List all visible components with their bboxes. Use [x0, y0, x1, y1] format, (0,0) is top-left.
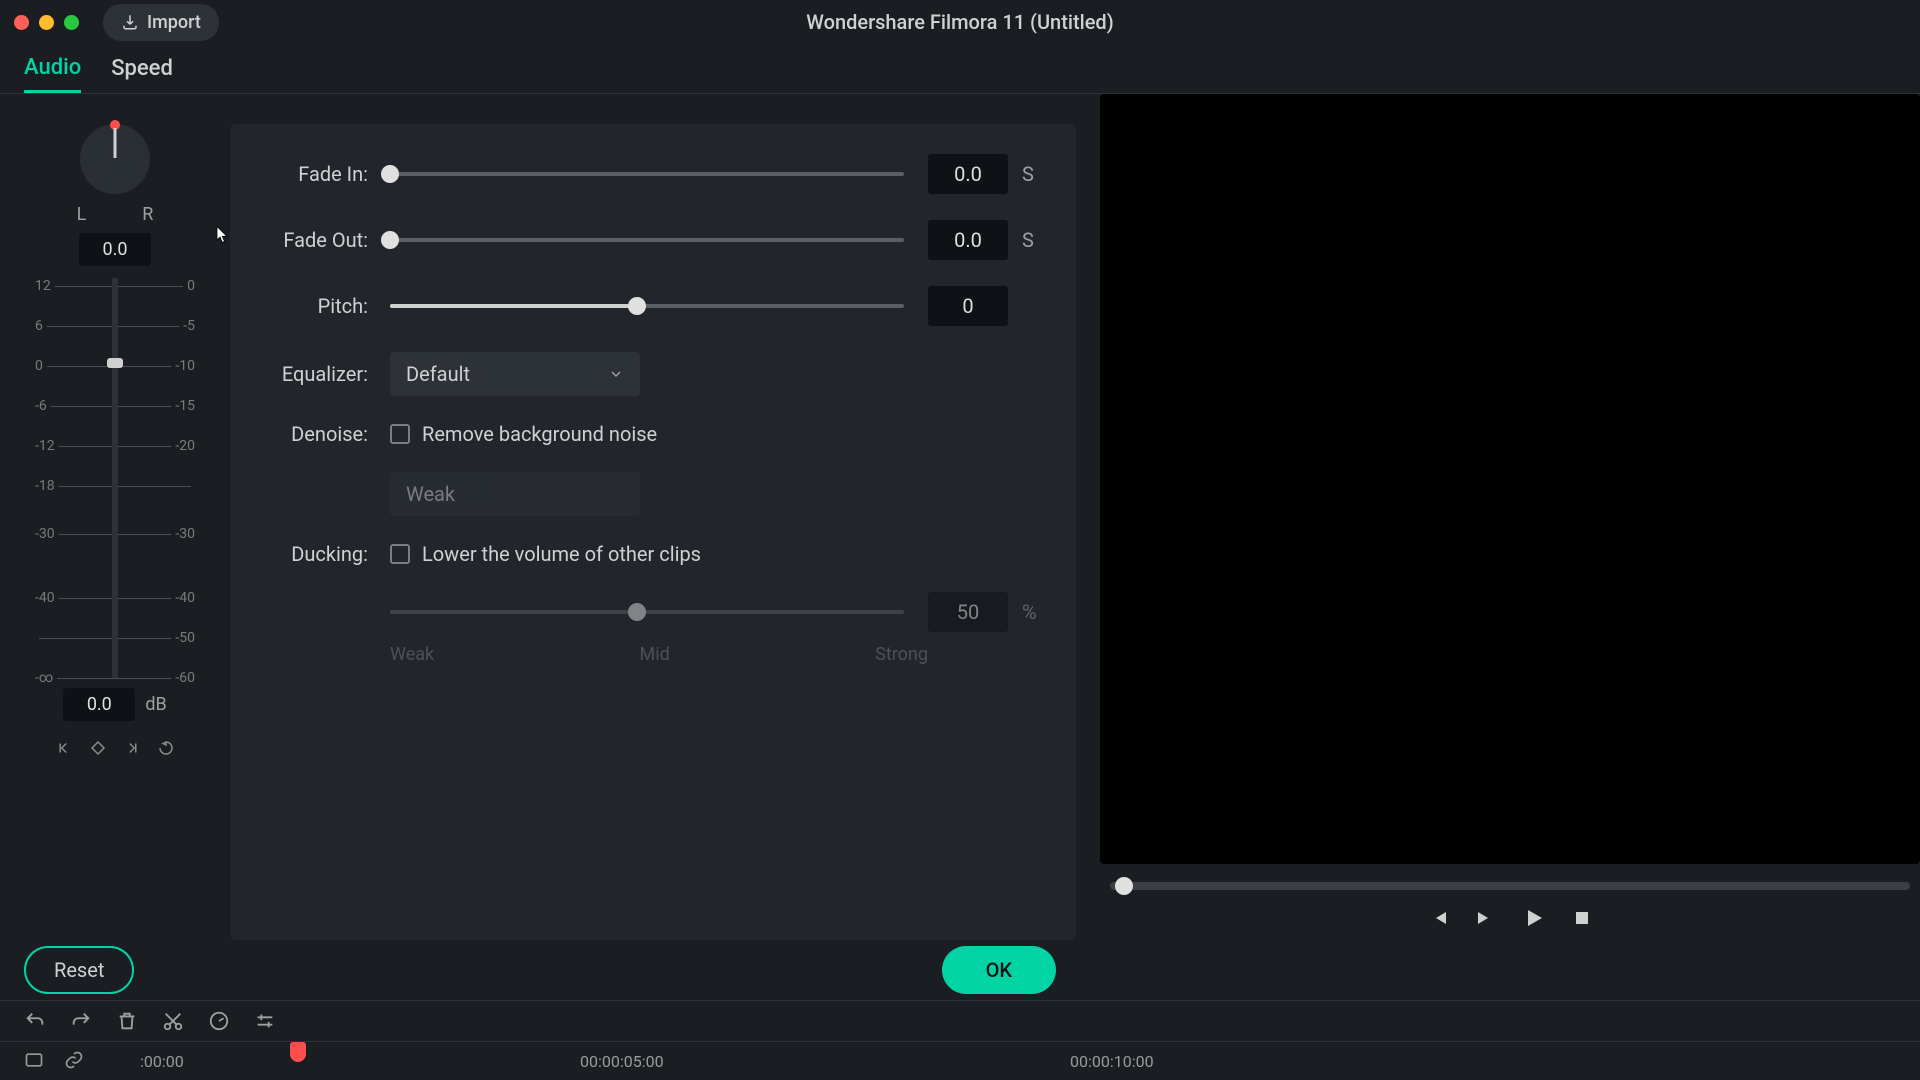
ducking-value: 50: [928, 592, 1008, 632]
denoise-checkbox-row[interactable]: Remove background noise: [390, 422, 657, 446]
keyframe-next-icon[interactable]: [123, 739, 141, 757]
pan-left-label: L: [77, 204, 87, 225]
cut-icon[interactable]: [162, 1010, 184, 1032]
stop-button[interactable]: [1570, 906, 1594, 930]
minimize-window-button[interactable]: [39, 15, 54, 30]
timeline-time-2: 00:00:10:00: [1070, 1052, 1154, 1071]
main: L R 0.0 120 6-5 0-10 -6-15 -12-20 -18 -3…: [0, 94, 1920, 940]
tab-speed[interactable]: Speed: [111, 46, 173, 91]
pitch-slider[interactable]: [390, 302, 904, 310]
ducking-checkbox-row[interactable]: Lower the volume of other clips: [390, 542, 701, 566]
audio-controls: Fade In: 0.0 S Fade Out: 0.0 S: [230, 124, 1076, 940]
denoise-strength-row: Weak: [260, 472, 1046, 516]
timeline-time-0: :00:00: [140, 1052, 184, 1071]
pitch-value[interactable]: 0: [928, 286, 1008, 326]
pan-value[interactable]: 0.0: [79, 233, 151, 266]
denoise-strength-select: Weak: [390, 472, 640, 516]
pan-knob[interactable]: [80, 124, 150, 194]
volume-unit: dB: [145, 694, 166, 715]
import-icon: [121, 13, 139, 31]
denoise-checkbox-label: Remove background noise: [422, 422, 657, 446]
app-title: Wondershare Filmora 11 (Untitled): [806, 10, 1113, 34]
timeline-tools: [0, 1001, 1920, 1041]
fade-out-unit: S: [1022, 228, 1046, 252]
import-label: Import: [147, 12, 201, 33]
window-controls: [14, 15, 79, 30]
pan-indicator: [110, 120, 120, 130]
preview-screen: [1100, 94, 1920, 864]
ducking-legend-mid: Mid: [640, 644, 670, 665]
undo-icon[interactable]: [24, 1010, 46, 1032]
fade-out-label: Fade Out:: [260, 228, 390, 252]
fade-in-unit: S: [1022, 162, 1046, 186]
meter-column: L R 0.0 120 6-5 0-10 -6-15 -12-20 -18 -3…: [0, 124, 230, 940]
pan-labels: L R: [77, 204, 154, 225]
ducking-checkbox[interactable]: [390, 544, 410, 564]
audio-panel: L R 0.0 120 6-5 0-10 -6-15 -12-20 -18 -3…: [0, 94, 1090, 940]
preview-scrub-thumb[interactable]: [1115, 877, 1133, 895]
maximize-window-button[interactable]: [64, 15, 79, 30]
ducking-row: Ducking: Lower the volume of other clips: [260, 542, 1046, 566]
denoise-row: Denoise: Remove background noise: [260, 422, 1046, 446]
reset-button[interactable]: Reset: [24, 946, 134, 994]
pan-right-label: R: [142, 204, 153, 225]
speed-icon[interactable]: [208, 1010, 230, 1032]
timeline: :00:00 00:00:05:00 00:00:10:00: [0, 1000, 1920, 1080]
playhead[interactable]: [290, 1042, 306, 1062]
ducking-unit: %: [1022, 600, 1046, 624]
redo-icon[interactable]: [70, 1010, 92, 1032]
volume-fader[interactable]: 120 6-5 0-10 -6-15 -12-20 -18 -30-30 -40…: [35, 278, 195, 678]
preview-scrubber[interactable]: [1110, 882, 1910, 890]
keyframe-reset-icon[interactable]: [157, 739, 175, 757]
timeline-media-icon[interactable]: [24, 1050, 44, 1070]
fade-out-row: Fade Out: 0.0 S: [260, 220, 1046, 260]
timeline-time-1: 00:00:05:00: [580, 1052, 664, 1071]
equalizer-select[interactable]: Default: [390, 352, 640, 396]
keyframe-add-icon[interactable]: [89, 739, 107, 757]
fade-in-slider[interactable]: [390, 170, 904, 178]
preview-panel: [1090, 94, 1920, 940]
ducking-legend-strong: Strong: [875, 644, 928, 665]
ducking-legend-weak: Weak: [390, 644, 434, 665]
equalizer-row: Equalizer: Default: [260, 352, 1046, 396]
fade-out-slider[interactable]: [390, 236, 904, 244]
ok-button[interactable]: OK: [942, 946, 1056, 994]
fade-out-value[interactable]: 0.0: [928, 220, 1008, 260]
ducking-slider-row: 50 %: [260, 592, 1046, 632]
adjust-icon[interactable]: [254, 1010, 276, 1032]
step-forward-button[interactable]: [1474, 906, 1498, 930]
ducking-slider: [390, 608, 904, 616]
fade-in-value[interactable]: 0.0: [928, 154, 1008, 194]
fade-in-row: Fade In: 0.0 S: [260, 154, 1046, 194]
denoise-checkbox[interactable]: [390, 424, 410, 444]
keyframe-controls: [55, 739, 175, 757]
import-button[interactable]: Import: [103, 4, 219, 41]
preview-controls: [1100, 906, 1920, 940]
equalizer-label: Equalizer:: [260, 362, 390, 386]
delete-icon[interactable]: [116, 1010, 138, 1032]
pitch-label: Pitch:: [260, 294, 390, 318]
ducking-checkbox-label: Lower the volume of other clips: [422, 542, 701, 566]
ducking-label: Ducking:: [260, 542, 390, 566]
timeline-ruler[interactable]: :00:00 00:00:05:00 00:00:10:00: [0, 1041, 1920, 1080]
dialog-buttons: Reset OK: [0, 940, 1920, 1000]
equalizer-value: Default: [406, 362, 470, 386]
timeline-link-icon[interactable]: [64, 1050, 84, 1070]
tabs: Audio Speed: [0, 44, 1920, 94]
ducking-legend-row: Weak Mid Strong: [260, 636, 1046, 665]
fade-in-label: Fade In:: [260, 162, 390, 186]
tab-audio[interactable]: Audio: [24, 45, 81, 93]
volume-value-row: 0.0 dB: [63, 688, 166, 721]
keyframe-prev-icon[interactable]: [55, 739, 73, 757]
volume-value[interactable]: 0.0: [63, 688, 135, 721]
titlebar: Import Wondershare Filmora 11 (Untitled): [0, 0, 1920, 44]
pitch-row: Pitch: 0: [260, 286, 1046, 326]
step-back-button[interactable]: [1426, 906, 1450, 930]
volume-handle[interactable]: [107, 358, 123, 368]
play-button[interactable]: [1522, 906, 1546, 930]
close-window-button[interactable]: [14, 15, 29, 30]
denoise-label: Denoise:: [260, 422, 390, 446]
chevron-down-icon: [608, 366, 624, 382]
denoise-strength-value: Weak: [406, 482, 455, 506]
